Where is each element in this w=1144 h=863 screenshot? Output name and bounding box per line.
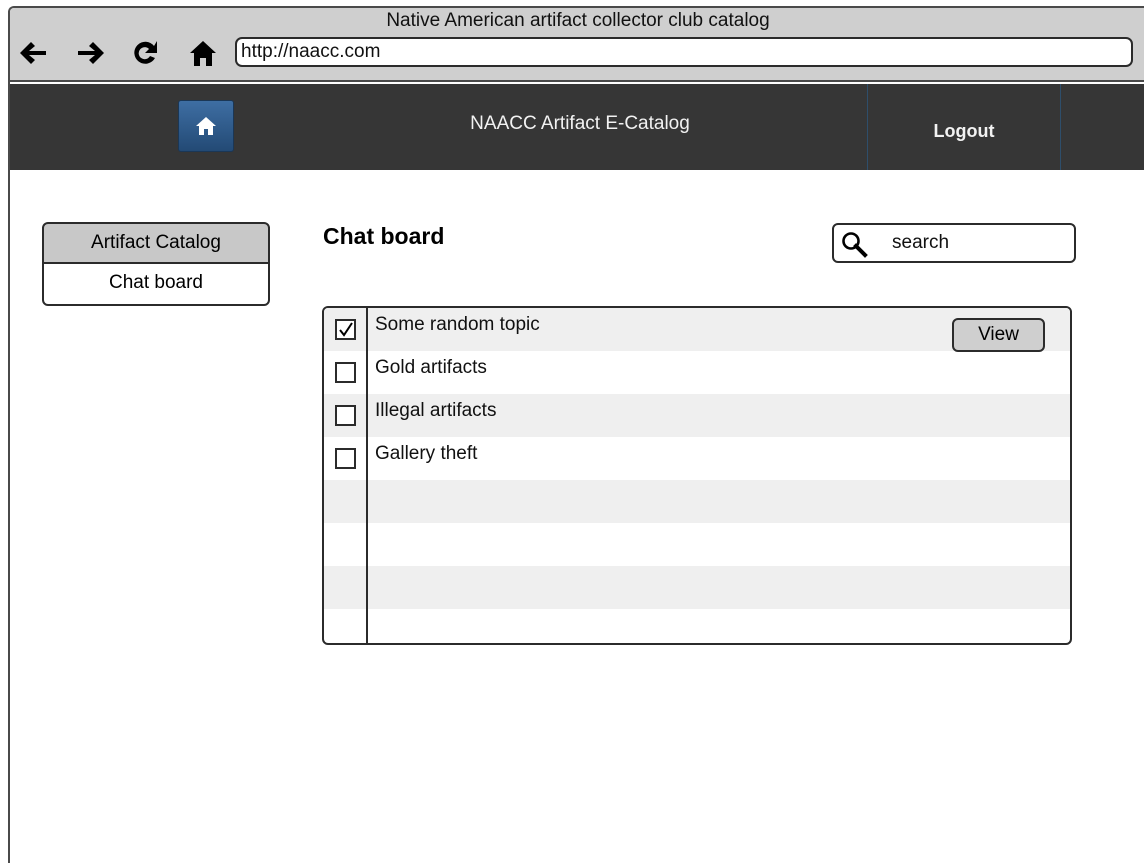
back-arrow-icon[interactable] bbox=[16, 36, 50, 70]
checkbox[interactable] bbox=[335, 362, 356, 383]
logout-button[interactable]: Logout bbox=[867, 84, 1061, 170]
sidebar: Artifact Catalog Chat board bbox=[42, 222, 270, 306]
list-item[interactable]: Gallery theft bbox=[324, 437, 1070, 480]
checkbox[interactable] bbox=[335, 405, 356, 426]
page-title: Chat board bbox=[323, 223, 445, 249]
view-button[interactable]: View bbox=[952, 318, 1045, 352]
topic-label: Illegal artifacts bbox=[375, 400, 497, 421]
list-item[interactable]: Some random topic View bbox=[324, 308, 1070, 352]
checkbox[interactable] bbox=[335, 319, 356, 340]
topic-label: Some random topic bbox=[375, 314, 540, 335]
forward-arrow-icon[interactable] bbox=[74, 36, 108, 70]
logout-label: Logout bbox=[933, 120, 995, 141]
list-item[interactable]: Gold artifacts bbox=[324, 351, 1070, 394]
empty-row bbox=[324, 523, 1070, 566]
empty-row bbox=[324, 566, 1070, 609]
empty-row bbox=[324, 480, 1070, 523]
column-divider bbox=[366, 308, 368, 643]
sidebar-item-artifact-catalog[interactable]: Artifact Catalog bbox=[42, 222, 270, 264]
topic-list: Some random topic View Gold artifacts Il… bbox=[322, 306, 1072, 645]
topic-label: Gold artifacts bbox=[375, 357, 487, 378]
topic-label: Gallery theft bbox=[375, 443, 478, 464]
app-title: NAACC Artifact E-Catalog bbox=[470, 113, 690, 134]
search-placeholder: search bbox=[892, 232, 950, 253]
home-icon[interactable] bbox=[186, 36, 220, 70]
url-bar[interactable]: http://naacc.com bbox=[235, 37, 1133, 67]
reload-icon[interactable] bbox=[128, 36, 162, 70]
list-item[interactable]: Illegal artifacts bbox=[324, 394, 1070, 437]
sidebar-item-chat-board[interactable]: Chat board bbox=[42, 262, 270, 306]
window-title: Native American artifact collector club … bbox=[386, 10, 770, 31]
checkbox[interactable] bbox=[335, 448, 356, 469]
search-input[interactable]: search bbox=[832, 223, 1076, 263]
search-icon bbox=[842, 232, 868, 258]
home-icon bbox=[196, 117, 216, 135]
empty-row bbox=[324, 609, 1070, 643]
app-header: NAACC Artifact E-Catalog Logout bbox=[10, 84, 1144, 170]
checkmark-icon bbox=[339, 322, 353, 337]
home-button[interactable] bbox=[178, 100, 234, 152]
browser-toolbar: Native American artifact collector club … bbox=[10, 8, 1144, 82]
